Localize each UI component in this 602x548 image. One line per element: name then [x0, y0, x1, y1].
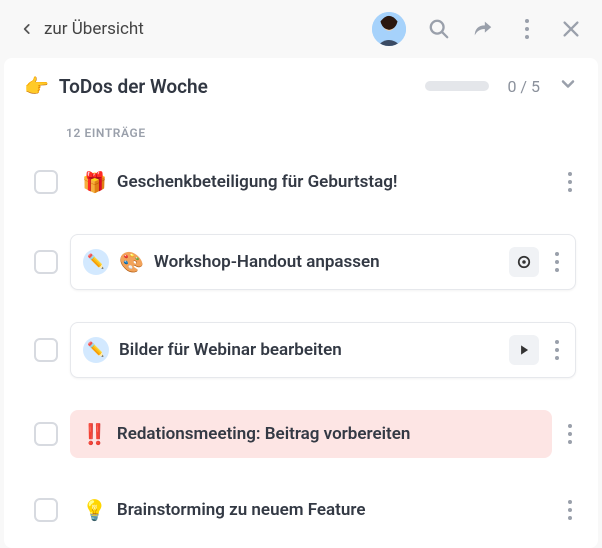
search-icon [428, 18, 450, 40]
task-checkbox[interactable] [34, 338, 58, 362]
task-text: Brainstorming zu neuem Feature [117, 500, 540, 520]
share-button[interactable] [472, 18, 494, 40]
record-button[interactable] [509, 247, 539, 277]
task-text: Workshop-Handout anpassen [154, 252, 499, 272]
dot-icon [525, 19, 529, 23]
task-checkbox[interactable] [34, 170, 58, 194]
task-body[interactable]: 🎁 Geschenkbeteiligung für Geburtstag! [70, 162, 552, 202]
task-emoji: 🎁 [82, 170, 107, 194]
task-emoji: ‼️ [82, 422, 107, 446]
task-row: ‼️ Redationsmeeting: Beitrag vorbereiten [34, 402, 582, 466]
task-row: 🎁 Geschenkbeteiligung für Geburtstag! [34, 154, 582, 210]
task-text: Bilder für Webinar bearbeiten [119, 340, 499, 360]
task-row: 💡 Brainstorming zu neuem Feature [34, 482, 582, 538]
task-text: Geschenkbeteiligung für Geburtstag! [117, 172, 540, 192]
play-icon [517, 343, 531, 357]
collapse-toggle[interactable] [558, 74, 578, 98]
back-button[interactable]: zur Übersicht [20, 19, 364, 39]
task-text: Redationsmeeting: Beitrag vorbereiten [117, 424, 540, 444]
section-title: ToDos der Woche [59, 75, 416, 98]
more-button[interactable] [516, 18, 538, 40]
task-more-button[interactable] [551, 248, 563, 276]
task-checkbox[interactable] [34, 422, 58, 446]
edit-chip-icon: ✏️ [83, 249, 109, 275]
task-body[interactable]: 💡 Brainstorming zu neuem Feature [70, 490, 552, 530]
task-emoji: 💡 [82, 498, 107, 522]
task-more-button[interactable] [564, 496, 576, 524]
task-checkbox[interactable] [34, 250, 58, 274]
task-list: 12 EINTRÄGE 🎁 Geschenkbeteiligung für Ge… [4, 118, 598, 548]
task-body[interactable]: ✏️ Bilder für Webinar bearbeiten [70, 322, 576, 378]
avatar[interactable] [372, 12, 406, 46]
back-label: zur Übersicht [44, 19, 144, 39]
close-icon [560, 18, 582, 40]
close-button[interactable] [560, 18, 582, 40]
section-header: 👉 ToDos der Woche 0 / 5 [4, 58, 598, 118]
task-more-button[interactable] [564, 168, 576, 196]
task-row: ✏️ Bilder für Webinar bearbeiten [34, 314, 582, 386]
progress-count: 0 / 5 [507, 77, 540, 96]
task-more-button[interactable] [551, 336, 563, 364]
record-icon [517, 255, 531, 269]
section-emoji: 👉 [24, 74, 49, 98]
topbar: zur Übersicht [0, 0, 602, 58]
task-emoji: 🎨 [119, 250, 144, 274]
progress-bar [425, 81, 489, 91]
play-button[interactable] [509, 335, 539, 365]
task-row: ✏️ 🎨 Workshop-Handout anpassen [34, 226, 582, 298]
share-arrow-icon [472, 18, 494, 40]
chevron-down-icon [558, 74, 578, 94]
task-body[interactable]: ✏️ 🎨 Workshop-Handout anpassen [70, 234, 576, 290]
task-checkbox[interactable] [34, 498, 58, 522]
chevron-left-icon [20, 22, 34, 36]
topbar-actions [372, 12, 582, 46]
edit-chip-icon: ✏️ [83, 337, 109, 363]
avatar-image [372, 12, 406, 46]
task-more-button[interactable] [564, 420, 576, 448]
entries-count: 12 EINTRÄGE [34, 118, 582, 154]
search-button[interactable] [428, 18, 450, 40]
task-body[interactable]: ‼️ Redationsmeeting: Beitrag vorbereiten [70, 410, 552, 458]
